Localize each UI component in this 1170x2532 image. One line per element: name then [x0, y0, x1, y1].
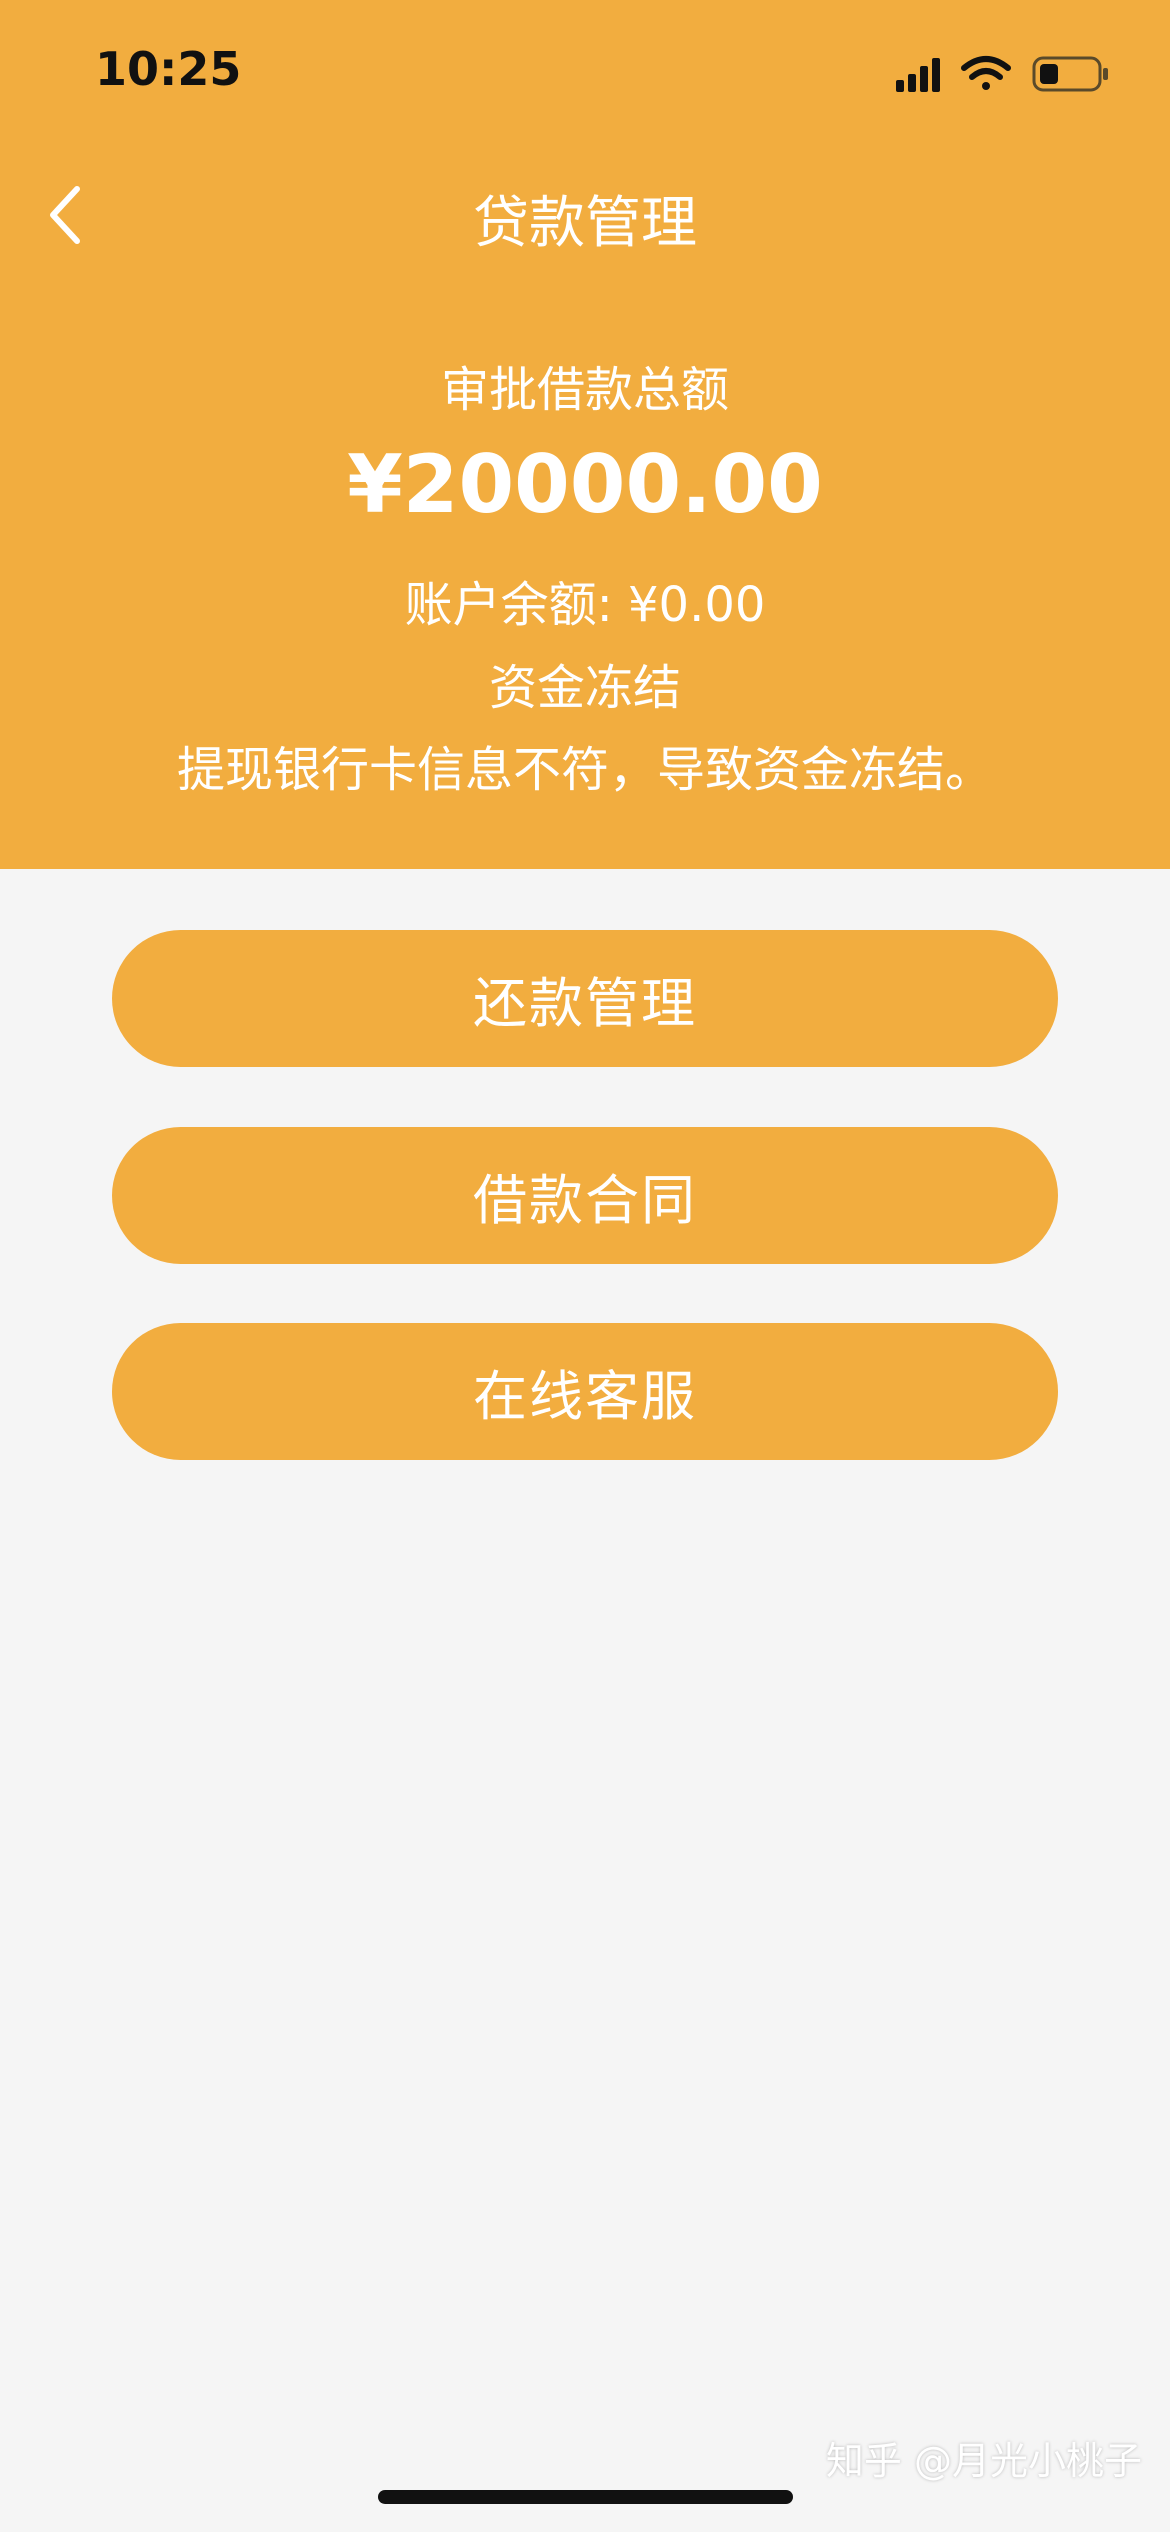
wifi-icon	[961, 56, 1011, 90]
signal-icon	[896, 58, 940, 92]
fund-status: 资金冻结	[488, 660, 681, 716]
fund-status-reason: 提现银行卡信息不符，导致资金冻结。	[176, 742, 993, 798]
status-time: 10:25	[95, 42, 242, 96]
account-balance: 账户余额: ¥0.00	[404, 577, 766, 633]
status-icons	[896, 56, 1108, 92]
repayment-management-button[interactable]: 还款管理	[112, 930, 1058, 1067]
header: 10:25 贷款管理 审批借款总额 ¥20000.00 账户余额: ¥0.00 …	[0, 0, 1170, 869]
approved-amount-label: 审批借款总额	[440, 362, 729, 418]
home-indicator[interactable]	[378, 2490, 793, 2504]
page-title: 贷款管理	[473, 191, 697, 256]
battery-icon	[1032, 56, 1108, 92]
online-support-button[interactable]: 在线客服	[112, 1323, 1058, 1460]
approved-amount: ¥20000.00	[347, 438, 823, 531]
watermark: 知乎 @月光小桃子	[825, 2439, 1142, 2483]
loan-contract-button[interactable]: 借款合同	[112, 1127, 1058, 1264]
